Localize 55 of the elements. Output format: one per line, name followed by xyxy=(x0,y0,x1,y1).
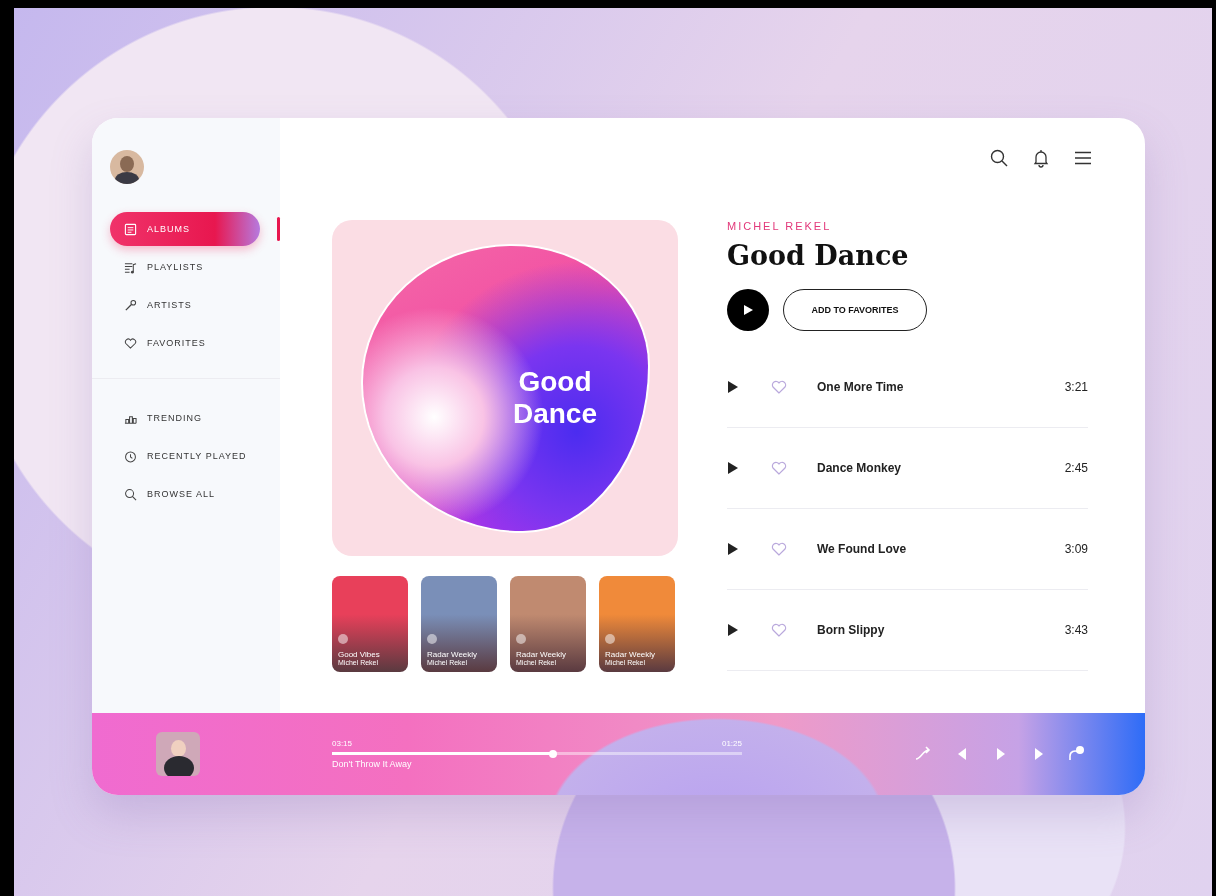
track-title[interactable]: Born Slippy xyxy=(817,623,1065,637)
heart-icon xyxy=(124,336,137,350)
album-title: Good Dance xyxy=(727,240,910,271)
clock-icon xyxy=(124,449,137,463)
track-title[interactable]: Dance Monkey xyxy=(817,461,1065,475)
play-dot-icon xyxy=(338,634,348,644)
shuffle-icon[interactable] xyxy=(915,745,933,763)
elapsed-time: 03:15 xyxy=(332,739,353,748)
repeat-icon[interactable] xyxy=(1067,745,1085,763)
song-title: Don't Throw It Away xyxy=(332,759,413,769)
active-indicator xyxy=(277,217,280,241)
nav-item[interactable]: PLAYLISTS xyxy=(110,250,260,284)
nav-item[interactable]: TRENDING xyxy=(110,401,260,435)
progress-track[interactable] xyxy=(332,752,742,755)
bell-icon[interactable] xyxy=(1031,148,1051,168)
track-duration: 2:45 xyxy=(1064,461,1088,475)
heart-icon[interactable] xyxy=(771,623,787,637)
play-icon[interactable] xyxy=(727,462,739,474)
add-to-favorites-button[interactable]: ADD TO FAVORITES xyxy=(783,289,927,331)
play-button[interactable] xyxy=(727,289,769,331)
playlist-icon xyxy=(124,260,137,274)
play-dot-icon xyxy=(516,634,526,644)
search-icon xyxy=(124,487,137,501)
track-duration: 3:21 xyxy=(1064,380,1088,394)
artist-name: MICHEL REKEL xyxy=(727,220,833,232)
nav-item[interactable]: ALBUMS xyxy=(110,212,260,246)
nav-item[interactable]: RECENTLY PLAYED xyxy=(110,439,260,473)
heart-icon[interactable] xyxy=(771,542,787,556)
play-dot-icon xyxy=(427,634,437,644)
card-title: Radar Weekly xyxy=(605,650,657,659)
nav-item[interactable]: FAVORITES xyxy=(110,326,260,360)
microphone-icon xyxy=(124,298,137,312)
avatar[interactable] xyxy=(110,150,144,184)
play-icon xyxy=(742,304,754,316)
remaining-time: 01:25 xyxy=(721,739,742,748)
heart-icon[interactable] xyxy=(771,380,787,394)
nav-item[interactable]: BROWSE ALL xyxy=(110,477,260,511)
card-title: Radar Weekly xyxy=(516,650,568,659)
progress-thumb[interactable] xyxy=(549,749,558,758)
song-thumbnail xyxy=(156,732,200,776)
play-icon[interactable] xyxy=(727,624,739,636)
track-title[interactable]: One More Time xyxy=(817,380,1065,394)
heart-icon[interactable] xyxy=(771,461,787,475)
card-title: Good Vibes xyxy=(338,650,381,659)
track-duration: 3:09 xyxy=(1064,542,1088,556)
play-icon[interactable] xyxy=(727,381,739,393)
search-icon[interactable] xyxy=(989,148,1009,168)
track-title[interactable]: We Found Love xyxy=(817,542,1065,556)
play-icon[interactable] xyxy=(727,543,739,555)
track-duration: 3:43 xyxy=(1064,623,1088,637)
play-dot-icon xyxy=(605,634,615,644)
card-title: Radar Weekly xyxy=(427,650,479,659)
album-icon xyxy=(124,222,137,236)
nav-item[interactable]: ARTISTS xyxy=(110,288,260,322)
cover-title: Good Dance xyxy=(511,365,598,431)
